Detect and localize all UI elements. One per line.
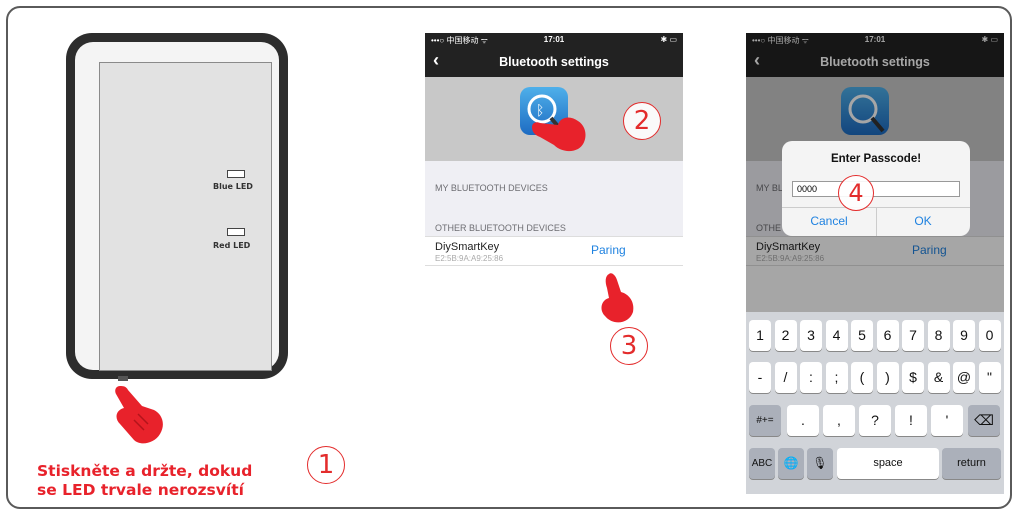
step-number-1: 1 <box>307 446 345 484</box>
status-time: 17:01 <box>543 35 565 44</box>
my-devices-header: MY BLUETOOTH DEVICES <box>435 183 548 193</box>
step-number-2: 2 <box>623 102 661 140</box>
keyboard-key[interactable]: ' <box>931 405 963 436</box>
microphone-icon[interactable]: 🎙 <box>807 448 833 479</box>
device-row-diysmartkey[interactable]: DiySmartKey E2:5B:9A:A9:25:86 Paring <box>425 236 683 266</box>
status-bar: •••○ 中国移动 ᯤ 17:01 ✱ ▭ <box>425 33 683 47</box>
keyboard-key[interactable]: 7 <box>902 320 924 351</box>
keyboard-key[interactable]: 1 <box>749 320 771 351</box>
device-button[interactable] <box>118 376 128 381</box>
step1-instruction: Stiskněte a držte, dokud se LED trvale n… <box>37 462 252 500</box>
instruction-line-1: Stiskněte a držte, dokud <box>37 462 253 480</box>
smart-key-device <box>66 33 288 379</box>
pointing-hand-icon <box>115 386 163 444</box>
blue-led-indicator <box>227 170 245 178</box>
cancel-button[interactable]: Cancel <box>782 214 876 228</box>
red-led-indicator <box>227 228 245 236</box>
dialog-title: Enter Passcode! <box>830 153 922 165</box>
pair-button[interactable]: Paring <box>591 243 626 257</box>
passcode-input[interactable]: 0000 <box>792 181 960 197</box>
keyboard-key[interactable]: ? <box>859 405 891 436</box>
keyboard-key[interactable]: , <box>823 405 855 436</box>
keyboard-key[interactable]: @ <box>953 362 975 393</box>
keyboard-key[interactable]: ; <box>825 362 848 393</box>
other-devices-header: OTHER BLUETOOTH DEVICES <box>435 223 566 233</box>
pointing-hand-icon <box>532 117 586 152</box>
keyboard-key[interactable]: & <box>927 362 950 393</box>
keyboard-key[interactable]: 6 <box>876 320 899 351</box>
passcode-dialog: Enter Passcode! 0000 Cancel OK <box>782 141 970 236</box>
keyboard-key[interactable]: $ <box>902 362 924 393</box>
globe-icon[interactable]: 🌐 <box>778 448 804 479</box>
device-panel <box>99 62 272 371</box>
blue-led-label: Blue LED <box>213 182 253 191</box>
nav-bar: ‹ Bluetooth settings <box>425 47 683 77</box>
return-key[interactable]: return <box>942 448 1001 479</box>
keyboard-key[interactable]: ) <box>876 362 899 393</box>
dialog-buttons: Cancel OK <box>782 207 970 236</box>
device-face <box>75 42 279 371</box>
step-number-3: 3 <box>610 327 648 365</box>
keyboard-key[interactable]: - <box>749 362 771 393</box>
keyboard-key[interactable]: 9 <box>953 320 975 351</box>
keyboard-key[interactable]: 0 <box>978 320 1001 351</box>
keyboard-key[interactable]: : <box>800 362 822 393</box>
keyboard-key[interactable]: 3 <box>800 320 822 351</box>
keyboard-key[interactable]: 2 <box>774 320 797 351</box>
pointing-hand-icon <box>601 273 634 323</box>
abc-key[interactable]: ABC <box>749 448 775 479</box>
ok-button[interactable]: OK <box>876 214 970 228</box>
device-mac: E2:5B:9A:A9:25:86 <box>435 254 504 263</box>
backspace-key[interactable]: ⌫ <box>968 405 1000 436</box>
keyboard-key[interactable]: ! <box>895 405 927 436</box>
keyboard-key[interactable]: " <box>978 362 1001 393</box>
space-key[interactable]: space <box>837 448 939 479</box>
step-number-4: 4 <box>838 175 874 211</box>
device-name: DiySmartKey <box>435 241 500 253</box>
nav-title: Bluetooth settings <box>499 55 609 69</box>
instruction-line-2: se LED trvale nerozsvítí <box>37 481 244 499</box>
keyboard-key[interactable]: 4 <box>825 320 848 351</box>
keyboard-key[interactable]: / <box>774 362 797 393</box>
symbols-key[interactable]: #+= <box>749 405 781 436</box>
keyboard-key[interactable]: 5 <box>851 320 873 351</box>
keyboard-key[interactable]: 8 <box>927 320 950 351</box>
phone-screen-passcode: •••○ 中国移动 ᯤ 17:01 ✱ ▭ ‹ Bluetooth settin… <box>746 33 1004 494</box>
keyboard-key[interactable]: ( <box>851 362 873 393</box>
numeric-keyboard: 1234567890 - /:;() $ & @ " #+= .,?! ' ⌫ ABC 🌐 … <box>746 312 1004 494</box>
battery-icon: ✱ ▭ <box>660 35 677 44</box>
keyboard-key[interactable]: . <box>787 405 819 436</box>
red-led-label: Red LED <box>213 241 251 250</box>
list-background <box>425 266 683 494</box>
